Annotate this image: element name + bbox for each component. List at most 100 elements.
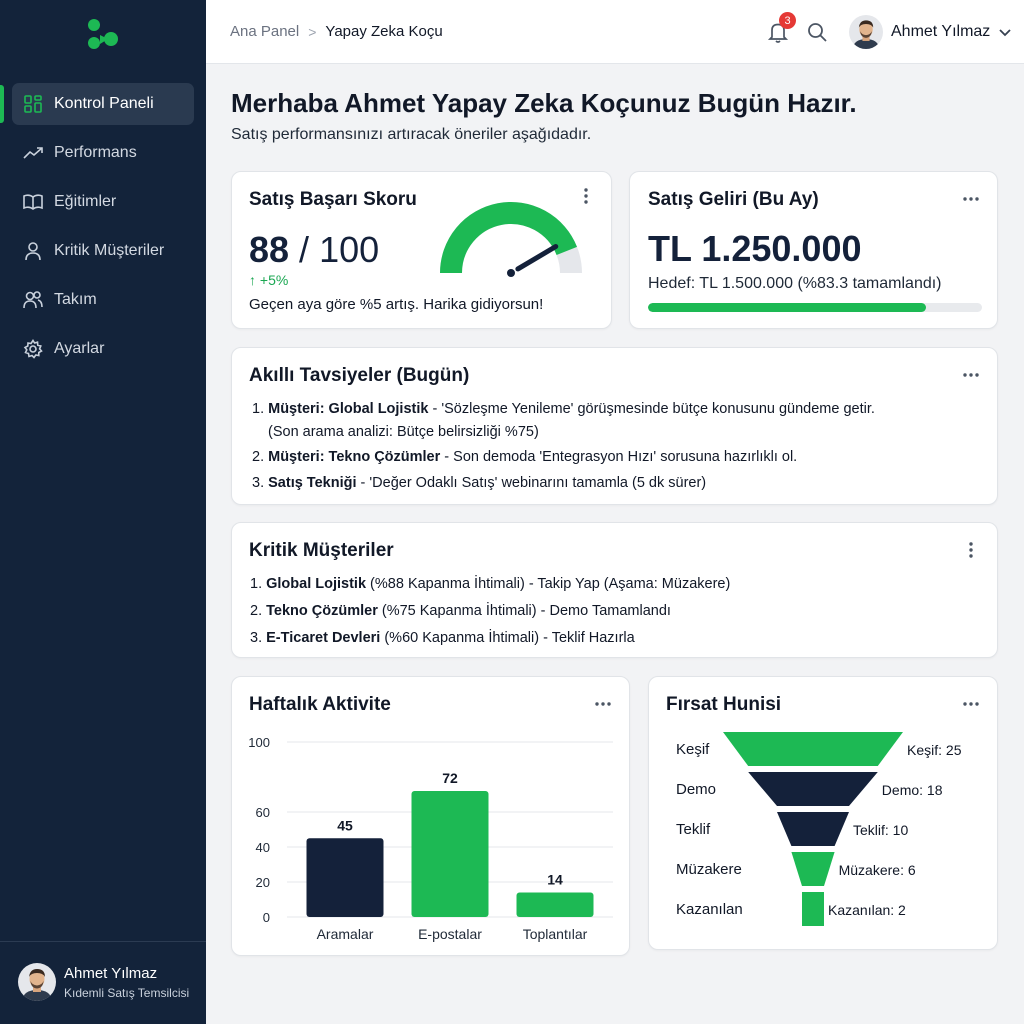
advice-sub: (Son arama analizi: Bütçe belirsizliği %… xyxy=(268,424,539,440)
sidebar-item-performans[interactable]: Performans xyxy=(12,132,194,174)
sidebar-item-label: Eğitimler xyxy=(54,193,117,210)
advice-list: 1. Müşteri: Global Lojistik - 'Sözleşme … xyxy=(252,398,875,495)
chevron-right-icon: > xyxy=(308,23,317,40)
critical-bold: Global Lojistik xyxy=(266,576,367,592)
score-max: 100 xyxy=(319,229,380,270)
critical-bold: Tekno Çözümler xyxy=(266,603,378,619)
funnel-value-label: Demo: 18 xyxy=(882,782,943,798)
advice-card-title: Akıllı Tavsiyeler (Bugün) xyxy=(249,365,470,386)
y-tick-label: 100 xyxy=(248,735,270,750)
bar-Toplantılar xyxy=(516,892,594,917)
y-tick-label: 40 xyxy=(256,840,270,855)
user-menu[interactable]: Ahmet Yılmaz xyxy=(849,15,1012,49)
sidebar-item-ayarlar[interactable]: Ayarlar xyxy=(12,328,194,370)
critical-customers-card: Kritik Müşteriler 1. Global Lojistik (%8… xyxy=(231,522,998,658)
funnel-stage-label: Müzakere xyxy=(676,861,742,878)
top-bar: Ana Panel > Yapay Zeka Koçu 3 Ahmet Yılm… xyxy=(206,0,1024,64)
breadcrumb-home[interactable]: Ana Panel xyxy=(230,23,299,40)
score-value: 88 / 100 xyxy=(249,229,379,271)
dashboard-icon xyxy=(22,93,44,115)
funnel-stage-Demo xyxy=(748,772,878,806)
sidebar-user-role: Kıdemli Satış Temsilcisi xyxy=(64,985,190,1000)
critical-text: (%75 Kapanma İhtimali) - Demo Tamamlandı xyxy=(377,603,671,619)
advice-number: 2. xyxy=(252,449,265,465)
user-icon xyxy=(22,240,44,262)
sidebar-item-label: Performans xyxy=(54,144,137,161)
team-icon xyxy=(22,289,44,311)
sidebar-item-kontrol-paneli[interactable]: Kontrol Paneli xyxy=(0,83,194,125)
sidebar: Kontrol Paneli Performans Eğitimler Krit… xyxy=(0,0,206,1024)
gauge-needle xyxy=(515,244,559,272)
sidebar-item-label: Ayarlar xyxy=(54,340,105,357)
list-item: 3. Satış Tekniği - 'Değer Odaklı Satış' … xyxy=(252,472,875,495)
sidebar-user-name: Ahmet Yılmaz xyxy=(64,964,158,982)
advice-text: - Son demoda 'Entegrasyon Hızı' sorusuna… xyxy=(440,449,798,465)
list-item[interactable]: 3. E-Ticaret Devleri (%60 Kapanma İhtima… xyxy=(250,625,730,652)
sidebar-item-kritik-musteriler[interactable]: Kritik Müşteriler xyxy=(12,230,194,272)
critical-bold: E-Ticaret Devleri xyxy=(266,630,381,646)
score-delta: ↑ +5% xyxy=(249,272,289,288)
chevron-down-icon xyxy=(999,29,1011,37)
bar-E-postalar xyxy=(411,791,489,917)
weekly-activity-chart: 100 60 40 20 0 45 Aramalar 72 E-postalar 14 Toplan… xyxy=(248,735,613,942)
score-gauge xyxy=(440,202,582,277)
list-item: 1. Müşteri: Global Lojistik - 'Sözleşme … xyxy=(252,398,875,421)
list-item: 2. Müşteri: Tekno Çözümler - Son demoda … xyxy=(252,446,875,469)
search-icon[interactable] xyxy=(806,21,828,43)
x-tick-label: Toplantılar xyxy=(523,926,588,942)
score-number: 88 xyxy=(249,229,290,270)
breadcrumb: Ana Panel > Yapay Zeka Koçu xyxy=(230,23,443,40)
page-subtitle: Satış performansınızı artıracak öneriler… xyxy=(231,126,592,143)
list-item[interactable]: 2. Tekno Çözümler (%75 Kapanma İhtimali)… xyxy=(250,598,730,625)
y-tick-label: 0 xyxy=(263,910,270,925)
advice-text: - 'Sözleşme Yenileme' görüşmesinde bütçe… xyxy=(428,401,875,417)
advice-number: 3. xyxy=(252,475,265,491)
advice-bold: Müşteri: Global Lojistik xyxy=(268,401,429,417)
score-separator: / xyxy=(289,229,320,270)
funnel-stage-Müzakere xyxy=(791,852,835,886)
funnel-value-label: Teklif: 10 xyxy=(853,822,908,838)
critical-text: (%60 Kapanma İhtimali) - Teklif Hazırla xyxy=(380,630,635,646)
funnel-stage-label: Kazanılan xyxy=(676,901,743,918)
bar-value-label: 14 xyxy=(547,872,563,888)
revenue-target: Hedef: TL 1.500.000 (%83.3 tamamlandı) xyxy=(648,275,942,292)
gauge-fill xyxy=(440,202,578,274)
sidebar-item-egitimler[interactable]: Eğitimler xyxy=(12,181,194,223)
avatar xyxy=(18,963,56,1001)
sidebar-nav: Kontrol Paneli Performans Eğitimler Krit… xyxy=(0,83,206,377)
weekly-activity-card: Haftalık Aktivite 100 60 40 20 0 45 Aramalar 72… xyxy=(231,676,630,956)
critical-text: (%88 Kapanma İhtimali) - Takip Yap (Aşam… xyxy=(366,576,731,592)
more-horizontal-icon[interactable] xyxy=(961,365,981,385)
app-logo-icon[interactable] xyxy=(86,17,120,51)
funnel-stage-label: Keşif xyxy=(676,741,710,758)
sidebar-item-takim[interactable]: Takım xyxy=(12,279,194,321)
x-tick-label: E-postalar xyxy=(418,926,482,942)
score-card-title: Satış Başarı Skoru xyxy=(249,189,417,210)
advice-bold: Müşteri: Tekno Çözümler xyxy=(268,449,441,465)
funnel-value-label: Keşif: 25 xyxy=(907,742,962,758)
y-tick-label: 60 xyxy=(256,805,270,820)
revenue-card: Satış Geliri (Bu Ay) TL 1.250.000 Hedef:… xyxy=(629,171,998,329)
sidebar-item-label: Kontrol Paneli xyxy=(54,95,154,112)
score-note: Geçen aya göre %5 artış. Harika gidiyors… xyxy=(249,296,544,313)
bar-value-label: 72 xyxy=(442,770,458,786)
y-tick-label: 20 xyxy=(256,875,270,890)
funnel-stage-Teklif xyxy=(777,812,849,846)
opportunity-funnel-chart: Keşif Keşif: 25 Demo Demo: 18 Teklif Teklif: … xyxy=(676,732,962,926)
x-tick-label: Aramalar xyxy=(317,926,374,942)
top-user-name: Ahmet Yılmaz xyxy=(891,23,991,40)
list-item[interactable]: 1. Global Lojistik (%88 Kapanma İhtimali… xyxy=(250,571,730,598)
critical-number: 1. xyxy=(250,576,263,592)
critical-number: 3. xyxy=(250,630,263,646)
avatar xyxy=(849,15,883,49)
bar-value-label: 45 xyxy=(337,817,353,833)
funnel-stage-label: Demo xyxy=(676,781,716,798)
advice-bold: Satış Tekniği xyxy=(268,475,357,491)
more-vertical-icon[interactable] xyxy=(961,540,981,560)
revenue-progress-fill xyxy=(648,303,927,312)
sidebar-user-profile[interactable]: Ahmet Yılmaz Kıdemli Satış Temsilcisi xyxy=(18,963,189,1001)
funnel-value-label: Müzakere: 6 xyxy=(839,862,916,878)
notification-badge: 3 xyxy=(779,12,796,29)
book-icon xyxy=(22,191,44,213)
more-horizontal-icon[interactable] xyxy=(961,189,981,209)
